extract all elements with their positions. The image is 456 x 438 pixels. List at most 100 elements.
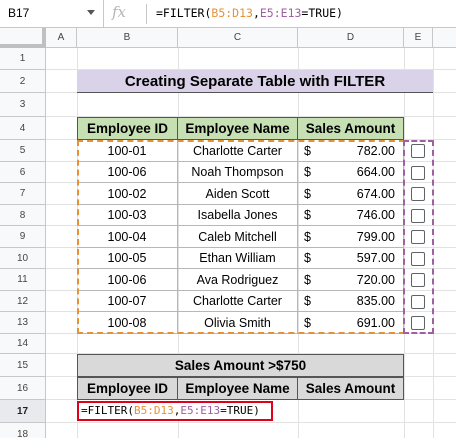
amount-value: 597.00 — [356, 251, 395, 265]
row-header-16[interactable]: 16 — [0, 377, 46, 400]
cell-employee-name[interactable]: Caleb Mitchell — [178, 226, 298, 248]
currency-symbol: $ — [304, 165, 311, 179]
column-header-a[interactable]: A — [46, 28, 77, 48]
column-header-c[interactable]: C — [178, 28, 298, 48]
amount-value: 799.00 — [356, 229, 395, 244]
cell-employee-name[interactable]: Charlotte Carter — [178, 140, 298, 162]
column-header-b[interactable]: B — [77, 28, 178, 48]
cell-employee-id[interactable]: 100-01 — [77, 140, 178, 162]
select-all-corner[interactable] — [0, 28, 46, 48]
cell-employee-id[interactable]: 100-06 — [77, 162, 178, 183]
cell-sales-amount[interactable]: $746.00 — [298, 205, 404, 226]
row-header-7[interactable]: 7 — [0, 183, 46, 205]
cell-employee-id[interactable]: 100-04 — [77, 226, 178, 248]
header-sales-amount[interactable]: Sales Amount — [297, 117, 404, 140]
row-checkbox[interactable] — [411, 273, 425, 287]
row-header-15[interactable]: 15 — [0, 354, 46, 377]
header-employee-id[interactable]: Employee ID — [77, 117, 178, 140]
cell-sales-amount[interactable]: $674.00 — [298, 183, 404, 205]
row-checkbox[interactable] — [411, 230, 425, 244]
cell-employee-name[interactable]: Isabella Jones — [178, 205, 298, 226]
name-box[interactable]: B17 — [0, 0, 104, 27]
name-box-value: B17 — [8, 6, 30, 20]
amount-value: 720.00 — [356, 272, 395, 287]
row-header-13[interactable]: 13 — [0, 312, 46, 334]
cell-employee-id[interactable]: 100-03 — [77, 205, 178, 226]
cell-employee-id[interactable]: 100-06 — [77, 269, 178, 291]
cell-sales-amount[interactable]: $720.00 — [298, 269, 404, 291]
cell-sales-amount[interactable]: $799.00 — [298, 226, 404, 248]
row-header-12[interactable]: 12 — [0, 291, 46, 312]
amount-value: 835.00 — [356, 294, 395, 308]
grid-line — [46, 422, 456, 423]
header-employee-name[interactable]: Employee Name — [177, 117, 298, 140]
row-checkbox[interactable] — [411, 165, 425, 180]
formula-input[interactable]: =FILTER(B5:D13,E5:E13=TRUE) — [156, 6, 343, 20]
column-header-e[interactable]: E — [404, 28, 433, 48]
currency-symbol: $ — [304, 294, 311, 308]
chevron-down-icon[interactable] — [87, 10, 95, 15]
cell-employee-id[interactable]: 100-08 — [77, 312, 178, 334]
currency-symbol: $ — [304, 143, 311, 158]
filter-header-employee-id[interactable]: Employee ID — [77, 377, 178, 400]
currency-symbol: $ — [304, 208, 311, 222]
cell-employee-id[interactable]: 100-05 — [77, 248, 178, 269]
row-header-1[interactable]: 1 — [0, 48, 46, 70]
column-header-d[interactable]: D — [298, 28, 404, 48]
row-header-18[interactable]: 18 — [0, 423, 46, 438]
grid-line — [404, 48, 405, 438]
cell-employee-name[interactable]: Ethan William — [178, 248, 298, 269]
cell-employee-name[interactable]: Aiden Scott — [178, 183, 298, 205]
row-header-2[interactable]: 2 — [0, 70, 46, 93]
amount-value: 664.00 — [356, 165, 395, 179]
amount-value: 782.00 — [356, 143, 395, 158]
cell-employee-id[interactable]: 100-02 — [77, 183, 178, 205]
row-checkbox[interactable] — [411, 187, 425, 201]
cell-sales-amount[interactable]: $664.00 — [298, 162, 404, 183]
row-checkbox[interactable] — [411, 251, 425, 266]
cell-sales-amount[interactable]: $597.00 — [298, 248, 404, 269]
formula-prefix: =FILTER( — [156, 6, 212, 20]
amount-value: 691.00 — [356, 315, 395, 330]
grid-line — [433, 48, 434, 438]
cell-sales-amount[interactable]: $782.00 — [298, 140, 404, 162]
edit-prefix: =FILTER( — [81, 404, 134, 417]
formula-divider — [146, 4, 147, 24]
cell-employee-id[interactable]: 100-07 — [77, 291, 178, 312]
row-header-11[interactable]: 11 — [0, 269, 46, 291]
row-header-17[interactable]: 17 — [0, 400, 46, 423]
edit-range-2: E5:E13 — [180, 404, 221, 417]
cell-sales-amount[interactable]: $691.00 — [298, 312, 404, 334]
cell-employee-name[interactable]: Noah Thompson — [178, 162, 298, 183]
row-header-8[interactable]: 8 — [0, 205, 46, 226]
formula-sep: , — [252, 6, 260, 20]
filter-table-title[interactable]: Sales Amount >$750 — [77, 354, 404, 377]
row-header-9[interactable]: 9 — [0, 226, 46, 248]
row-checkbox[interactable] — [411, 144, 425, 158]
column-header-f[interactable] — [433, 28, 456, 48]
filter-header-employee-name[interactable]: Employee Name — [177, 377, 298, 400]
cell-employee-name[interactable]: Olivia Smith — [178, 312, 298, 334]
edit-range-1: B5:D13 — [133, 404, 174, 417]
formula-range-1: B5:D13 — [211, 6, 253, 20]
currency-symbol: $ — [304, 229, 311, 244]
row-header-6[interactable]: 6 — [0, 162, 46, 183]
row-header-4[interactable]: 4 — [0, 117, 46, 140]
cell-sales-amount[interactable]: $835.00 — [298, 291, 404, 312]
row-header-5[interactable]: 5 — [0, 140, 46, 162]
row-checkbox[interactable] — [411, 316, 425, 330]
fx-icon: fx — [112, 3, 127, 21]
sheet-title[interactable]: Creating Separate Table with FILTER — [77, 70, 433, 93]
row-header-14[interactable]: 14 — [0, 334, 46, 354]
row-checkbox[interactable] — [411, 294, 425, 309]
cell-employee-name[interactable]: Ava Rodriguez — [178, 269, 298, 291]
cell-employee-name[interactable]: Charlotte Carter — [178, 291, 298, 312]
filter-header-sales-amount[interactable]: Sales Amount — [297, 377, 404, 400]
formula-bar: B17 fx =FILTER(B5:D13,E5:E13=TRUE) — [0, 0, 456, 28]
row-checkbox[interactable] — [411, 208, 425, 223]
currency-symbol: $ — [304, 251, 311, 265]
amount-value: 674.00 — [356, 186, 395, 201]
active-cell-editor[interactable]: =FILTER(B5:D13,E5:E13=TRUE) — [77, 401, 273, 421]
row-header-10[interactable]: 10 — [0, 248, 46, 269]
row-header-3[interactable]: 3 — [0, 93, 46, 117]
